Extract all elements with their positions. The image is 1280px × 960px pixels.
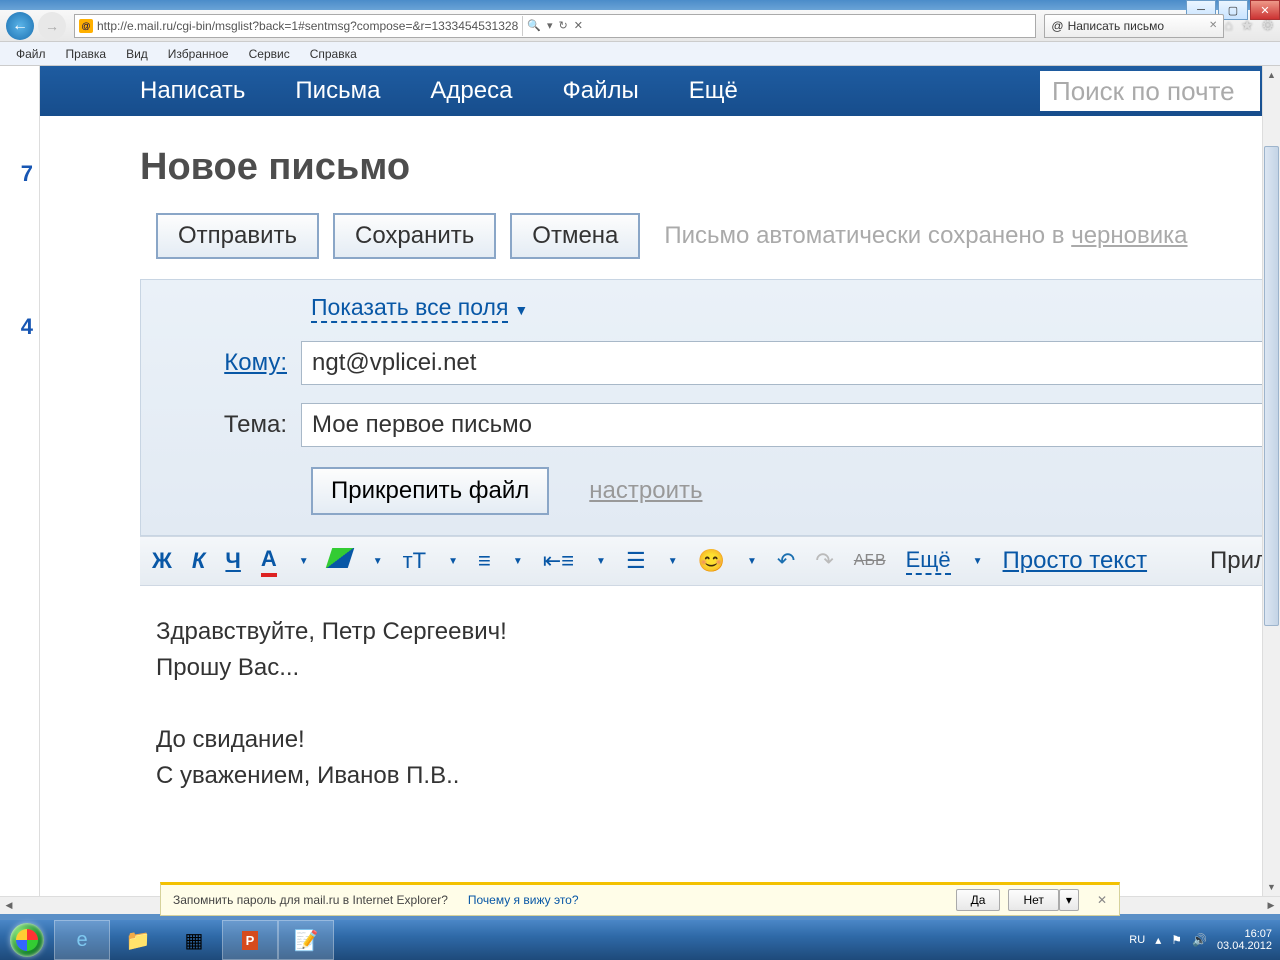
search-icon[interactable]: 🔍 [527, 19, 541, 32]
underline-button[interactable]: Ч [225, 548, 240, 574]
nav-contacts[interactable]: Адреса [430, 77, 512, 105]
taskbar: e 📁 ▦ P 📝 RU ▴ ⚑ 🔊 16:07 03.04.2012 [0, 920, 1280, 960]
ruler-mark: 7 [0, 161, 39, 187]
body-line: С уважением, Иванов П.В.. [156, 758, 1264, 794]
tray-volume-icon[interactable]: 🔊 [1192, 933, 1207, 947]
url-tools: 🔍▾ ↻ ✕ [522, 16, 587, 36]
taskbar-app3-icon[interactable]: ▦ [166, 920, 222, 960]
taskbar-ie-icon[interactable]: e [54, 920, 110, 960]
stop-icon[interactable]: ✕ [574, 19, 583, 32]
bold-button[interactable]: Ж [152, 548, 172, 574]
scroll-down-icon[interactable]: ▼ [1263, 878, 1280, 896]
browser-tab[interactable]: @ Написать письмо ✕ [1044, 14, 1224, 38]
notif-message: Запомнить пароль для mail.ru в Internet … [173, 893, 448, 907]
ie-notification-bar: Запомнить пароль для mail.ru в Internet … [160, 882, 1120, 916]
mail-search-input[interactable]: Поиск по почте [1040, 71, 1260, 111]
notif-no-dropdown[interactable]: ▾ [1059, 889, 1079, 911]
indent-button[interactable]: ⇤≡ [543, 548, 574, 574]
plain-text-link[interactable]: Просто текст [1003, 547, 1148, 575]
body-line: До свидание! [156, 722, 1264, 758]
system-tray: RU ▴ ⚑ 🔊 16:07 03.04.2012 [1129, 928, 1280, 952]
highlight-button[interactable] [329, 548, 351, 574]
tray-lang[interactable]: RU [1129, 934, 1145, 946]
menu-edit[interactable]: Правка [56, 45, 117, 63]
emoji-button[interactable]: 😊 [698, 548, 725, 574]
menu-bar: Файл Правка Вид Избранное Сервис Справка [0, 42, 1280, 66]
redo-button[interactable]: ↷ [815, 548, 833, 574]
nav-files[interactable]: Файлы [562, 77, 638, 105]
page-title: Новое письмо [140, 146, 1280, 189]
left-ruler: 7 4 [0, 66, 40, 896]
autosave-notice: Письмо автоматически сохранено в чернови… [664, 222, 1187, 250]
strike-button[interactable]: АБВ [854, 552, 886, 570]
list-button[interactable]: ☰ [626, 548, 646, 574]
scroll-right-icon[interactable]: ▶ [1262, 897, 1280, 914]
vertical-scrollbar[interactable]: ▲ ▼ [1262, 66, 1280, 896]
address-bar[interactable]: @ http://e.mail.ru/cgi-bin/msglist?back=… [74, 14, 1036, 38]
notif-yes-button[interactable]: Да [956, 889, 1001, 911]
cancel-button[interactable]: Отмена [510, 213, 640, 259]
to-label[interactable]: Кому: [141, 349, 301, 377]
notif-why-link[interactable]: Почему я вижу это? [468, 893, 579, 907]
refresh-icon[interactable]: ↻ [559, 19, 568, 32]
window-close-button[interactable]: ✕ [1250, 0, 1280, 20]
url-text: http://e.mail.ru/cgi-bin/msglist?back=1#… [97, 19, 518, 33]
tab-favicon-icon: @ [1051, 19, 1063, 33]
menu-view[interactable]: Вид [116, 45, 158, 63]
attach-settings-link[interactable]: настроить [589, 477, 702, 505]
subject-label: Тема: [141, 411, 301, 439]
scroll-left-icon[interactable]: ◀ [0, 897, 18, 914]
nav-compose[interactable]: Написать [140, 77, 245, 105]
send-button[interactable]: Отправить [156, 213, 319, 259]
body-line: Здравствуйте, Петр Сергеевич! [156, 614, 1264, 650]
italic-button[interactable]: К [192, 548, 206, 574]
notif-no-button[interactable]: Нет [1008, 889, 1058, 911]
save-button[interactable]: Сохранить [333, 213, 496, 259]
toolbar-right-label: Прил [1210, 547, 1268, 575]
ruler-mark: 4 [0, 314, 39, 340]
nav-more[interactable]: Ещё [689, 77, 738, 105]
favicon-icon: @ [79, 19, 93, 33]
show-all-fields-link[interactable]: Показать все поля [311, 294, 508, 323]
chevron-down-icon: ▼ [514, 302, 528, 318]
taskbar-powerpoint-icon[interactable]: P [222, 920, 278, 960]
scroll-thumb[interactable] [1264, 146, 1279, 626]
ie-nav-bar: ← → @ http://e.mail.ru/cgi-bin/msglist?b… [0, 10, 1280, 42]
nav-back-button[interactable]: ← [6, 12, 34, 40]
tray-flag-icon[interactable]: ⚑ [1171, 933, 1182, 947]
taskbar-explorer-icon[interactable]: 📁 [110, 920, 166, 960]
menu-file[interactable]: Файл [6, 45, 56, 63]
attach-file-button[interactable]: Прикрепить файл [311, 467, 549, 515]
menu-help[interactable]: Справка [300, 45, 367, 63]
tray-chevron-icon[interactable]: ▴ [1155, 933, 1161, 947]
body-line: Прошу Вас... [156, 650, 1264, 686]
undo-button[interactable]: ↶ [777, 548, 795, 574]
to-input[interactable] [301, 341, 1279, 385]
tab-close-icon[interactable]: ✕ [1209, 20, 1217, 31]
font-size-button[interactable]: тТ [403, 548, 427, 574]
drafts-link[interactable]: черновика [1071, 222, 1187, 249]
subject-input[interactable] [301, 403, 1279, 447]
nav-forward-button[interactable]: → [38, 12, 66, 40]
notif-close-icon[interactable]: ✕ [1097, 893, 1107, 907]
scroll-up-icon[interactable]: ▲ [1263, 66, 1280, 84]
menu-tools[interactable]: Сервис [239, 45, 300, 63]
message-body[interactable]: Здравствуйте, Петр Сергеевич! Прошу Вас.… [140, 586, 1280, 822]
toolbar-more-link[interactable]: Ещё [906, 547, 951, 575]
align-button[interactable]: ≡ [478, 548, 491, 574]
tray-clock[interactable]: 16:07 03.04.2012 [1217, 928, 1272, 952]
taskbar-editor-icon[interactable]: 📝 [278, 920, 334, 960]
start-button[interactable] [0, 920, 54, 960]
editor-toolbar: Ж К Ч A▼ ▼ тТ▼ ≡▼ ⇤≡▼ ☰▼ 😊▼ ↶ ↷ АБВ Ещё▼… [140, 536, 1280, 586]
font-color-button[interactable]: A [261, 546, 277, 577]
mail-top-nav: Написать Письма Адреса Файлы Ещё Поиск п… [40, 66, 1280, 116]
menu-favorites[interactable]: Избранное [158, 45, 239, 63]
nav-inbox[interactable]: Письма [295, 77, 380, 105]
tab-title: Написать письмо [1068, 19, 1164, 33]
